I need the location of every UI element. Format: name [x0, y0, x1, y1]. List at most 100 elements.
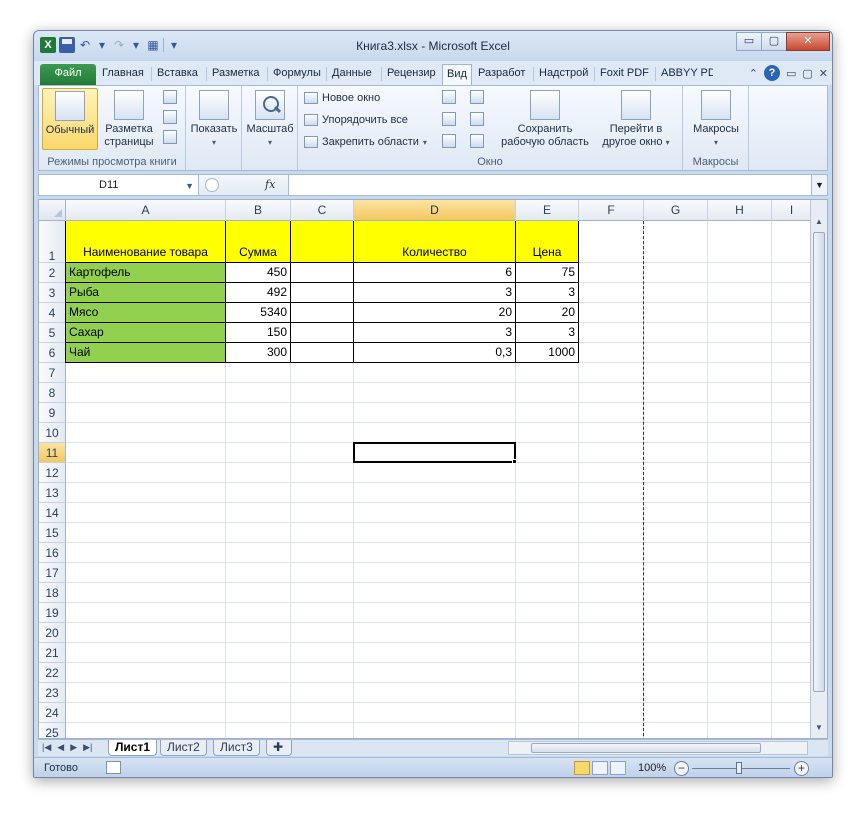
- page-layout-shortcut-icon[interactable]: [592, 761, 608, 775]
- unhide-icon[interactable]: [442, 134, 456, 148]
- row-header-3[interactable]: 3: [39, 283, 66, 303]
- restore-button[interactable]: ▢: [761, 32, 787, 51]
- column-header-h[interactable]: H: [708, 200, 772, 221]
- header-cell-a[interactable]: Наименование товара: [66, 221, 226, 263]
- cell-c2[interactable]: [291, 263, 354, 283]
- expand-formula-bar-icon[interactable]: ▼: [811, 175, 827, 195]
- cell-b6[interactable]: 300: [226, 343, 291, 363]
- name-box[interactable]: D11 ▼: [39, 175, 199, 195]
- select-all-corner[interactable]: [39, 200, 66, 221]
- header-cell-e[interactable]: Цена: [516, 221, 579, 263]
- fill-handle[interactable]: [512, 459, 517, 464]
- scroll-down-icon[interactable]: ▼: [811, 720, 827, 736]
- normal-view-shortcut-icon[interactable]: [574, 761, 590, 775]
- cell-b2[interactable]: 450: [226, 263, 291, 283]
- tab-abbyy-pdf[interactable]: ABBYY PD: [657, 64, 713, 85]
- first-sheet-icon[interactable]: |◀: [42, 742, 51, 753]
- cell-e6[interactable]: 1000: [516, 343, 579, 363]
- tab-view[interactable]: Вид: [442, 64, 472, 85]
- zoom-level[interactable]: 100%: [638, 762, 666, 774]
- vertical-scroll-thumb[interactable]: [813, 232, 825, 692]
- split-icon[interactable]: [442, 90, 456, 104]
- zoom-out-button[interactable]: −: [674, 761, 689, 776]
- switch-windows-button[interactable]: Перейти в другое окно ▾: [594, 90, 678, 149]
- row-header-23[interactable]: 23: [39, 683, 66, 703]
- freeze-panes-button[interactable]: Закрепить области ▾: [304, 134, 427, 150]
- cell-d4[interactable]: 20: [354, 303, 516, 323]
- macros-button[interactable]: Макросы ▾: [687, 90, 745, 149]
- row-header-25[interactable]: 25: [39, 723, 66, 738]
- row-header-24[interactable]: 24: [39, 703, 66, 723]
- page-layout-button[interactable]: Разметка страницы: [101, 90, 157, 152]
- tab-review[interactable]: Рецензир: [383, 64, 441, 85]
- row-header-11[interactable]: 11: [39, 443, 66, 463]
- minimize-button[interactable]: ▭: [736, 32, 762, 51]
- record-macro-icon[interactable]: [106, 761, 121, 774]
- column-header-d[interactable]: D: [354, 200, 516, 221]
- close-button[interactable]: ✕: [786, 32, 830, 51]
- row-header-16[interactable]: 16: [39, 543, 66, 563]
- cell-c6[interactable]: [291, 343, 354, 363]
- new-window-button[interactable]: Новое окно: [304, 90, 380, 106]
- help-icon[interactable]: ?: [763, 65, 780, 81]
- row-header-4[interactable]: 4: [39, 303, 66, 323]
- tab-foxit-pdf[interactable]: Foxit PDF: [596, 64, 654, 85]
- save-workspace-button[interactable]: Сохранить рабочую область: [498, 90, 592, 149]
- cell-e3[interactable]: 3: [516, 283, 579, 303]
- row-header-22[interactable]: 22: [39, 663, 66, 683]
- row-header-10[interactable]: 10: [39, 423, 66, 443]
- zoom-button[interactable]: Масштаб ▾: [244, 90, 296, 149]
- minimize-ribbon-icon[interactable]: ⌃: [749, 67, 758, 80]
- cell-b4[interactable]: 5340: [226, 303, 291, 323]
- name-box-dropdown-icon[interactable]: ▼: [185, 176, 194, 196]
- cell-d5[interactable]: 3: [354, 323, 516, 343]
- cell-c3[interactable]: [291, 283, 354, 303]
- cell-e4[interactable]: 20: [516, 303, 579, 323]
- row-header-21[interactable]: 21: [39, 643, 66, 663]
- sheet-tab-3[interactable]: Лист3: [213, 740, 260, 756]
- custom-views-icon[interactable]: [163, 110, 177, 124]
- cell-c4[interactable]: [291, 303, 354, 323]
- row-header-15[interactable]: 15: [39, 523, 66, 543]
- row-header-7[interactable]: 7: [39, 363, 66, 383]
- tab-data[interactable]: Данные: [328, 64, 380, 85]
- next-sheet-icon[interactable]: ▶: [70, 742, 77, 753]
- insert-function-icon[interactable]: fx: [265, 178, 275, 191]
- row-header-18[interactable]: 18: [39, 583, 66, 603]
- insert-sheet-icon[interactable]: ✚: [266, 740, 292, 756]
- header-cell-b[interactable]: Сумма: [226, 221, 291, 263]
- hide-icon[interactable]: [442, 112, 456, 126]
- view-side-by-side-icon[interactable]: [470, 90, 484, 104]
- column-header-b[interactable]: B: [226, 200, 291, 221]
- cell-b5[interactable]: 150: [226, 323, 291, 343]
- row-header-6[interactable]: 6: [39, 343, 66, 363]
- row-header-19[interactable]: 19: [39, 603, 66, 623]
- column-header-a[interactable]: A: [66, 200, 226, 221]
- formula-input[interactable]: [289, 175, 811, 195]
- tab-insert[interactable]: Вставка: [153, 64, 205, 85]
- tab-developer[interactable]: Разработ: [474, 64, 532, 85]
- synchronous-scrolling-icon[interactable]: [470, 112, 484, 126]
- cell-e2[interactable]: 75: [516, 263, 579, 283]
- normal-view-button[interactable]: Обычный: [42, 88, 98, 150]
- row-header-17[interactable]: 17: [39, 563, 66, 583]
- row-header-1[interactable]: 1: [39, 221, 66, 263]
- tab-addins[interactable]: Надстрой: [535, 64, 593, 85]
- tab-home[interactable]: Главная: [98, 64, 150, 85]
- tab-formulas[interactable]: Формулы: [269, 64, 325, 85]
- row-header-12[interactable]: 12: [39, 463, 66, 483]
- column-header-i[interactable]: I: [772, 200, 812, 221]
- worksheet-grid[interactable]: A B C D E F G H I 1 2 3 4 5 6 7 8 9 10 11 12 13 14 15 16 17 18 19 20…: [38, 199, 828, 739]
- workbook-close-icon[interactable]: ✕: [819, 67, 828, 80]
- cell-a3[interactable]: Рыба: [66, 283, 226, 303]
- prev-sheet-icon[interactable]: ◀: [57, 742, 64, 753]
- sheet-tab-2[interactable]: Лист2: [160, 740, 207, 756]
- cell-a5[interactable]: Сахар: [66, 323, 226, 343]
- cell-a4[interactable]: Мясо: [66, 303, 226, 323]
- show-button[interactable]: Показать ▾: [188, 90, 240, 149]
- scroll-up-icon[interactable]: ▲: [811, 214, 827, 230]
- cell-c5[interactable]: [291, 323, 354, 343]
- column-header-g[interactable]: G: [644, 200, 708, 221]
- workbook-minimize-icon[interactable]: ▭: [786, 67, 796, 80]
- full-screen-icon[interactable]: [163, 130, 177, 144]
